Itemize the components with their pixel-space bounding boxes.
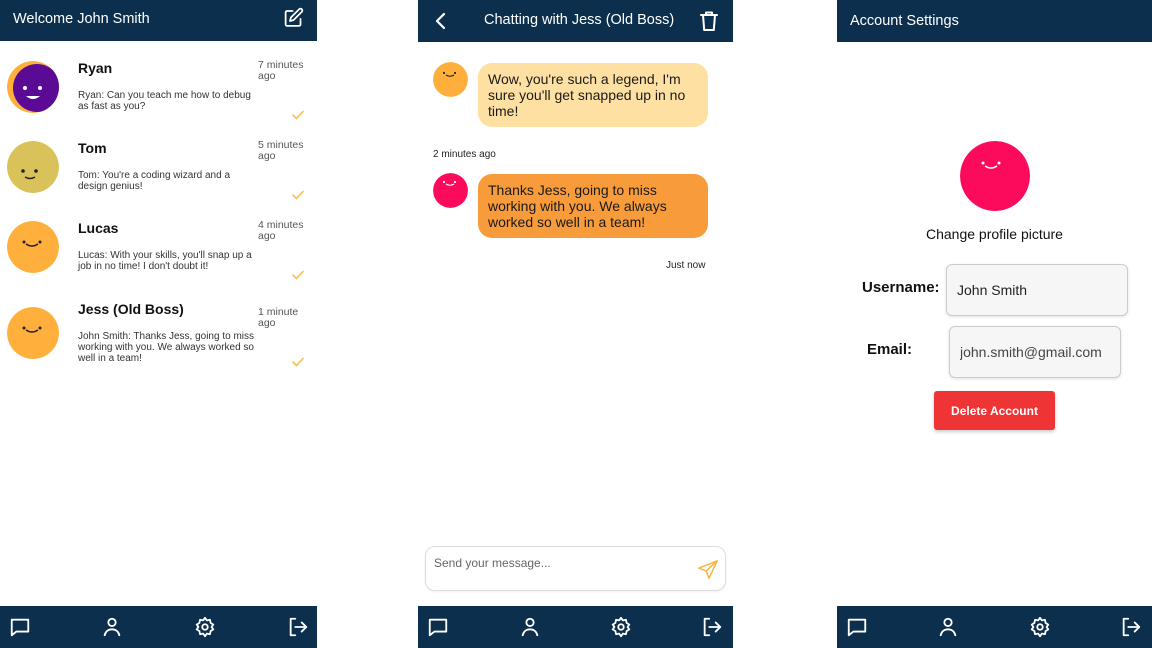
- conversation-item-jess[interactable]: Jess (Old Boss) 1 minute ago John Smith:…: [0, 301, 317, 381]
- bottom-nav: [418, 606, 733, 648]
- avatar: [7, 307, 59, 359]
- avatar: [7, 221, 59, 273]
- bottom-nav: [0, 606, 317, 648]
- page-title: Welcome John Smith: [13, 11, 150, 27]
- message-preview: Ryan: Can you teach me how to debug as f…: [78, 90, 251, 112]
- page-title: Chatting with Jess (Old Boss): [484, 12, 675, 28]
- chat-header: Chatting with Jess (Old Boss): [418, 0, 733, 42]
- user-icon[interactable]: [519, 616, 541, 638]
- email-field[interactable]: [950, 327, 1120, 377]
- contact-name: Jess (Old Boss): [78, 301, 184, 317]
- message-time: 4 minutes ago: [258, 219, 304, 242]
- user-icon[interactable]: [101, 616, 123, 638]
- message-time: 1 minute ago: [258, 306, 299, 329]
- avatar: [433, 62, 468, 97]
- message-preview: Tom: You're a coding wizard and a design…: [78, 170, 231, 192]
- conversations-header: Welcome John Smith: [0, 0, 317, 41]
- check-icon: [292, 354, 304, 367]
- conversation-item-lucas[interactable]: Lucas 4 minutes ago Lucas: With your ski…: [0, 220, 317, 300]
- message-bubble: Thanks Jess, going to miss working with …: [478, 174, 708, 238]
- settings-screen: Account Settings Change profile picture …: [837, 0, 1152, 648]
- logout-icon[interactable]: [287, 616, 309, 638]
- avatar: [7, 61, 59, 113]
- gear-icon[interactable]: [1029, 616, 1051, 638]
- delete-account-button[interactable]: Delete Account: [934, 391, 1055, 430]
- message-timestamp: 2 minutes ago: [433, 149, 496, 160]
- avatar: [433, 173, 468, 208]
- logout-icon[interactable]: [701, 616, 723, 638]
- message-input[interactable]: [434, 553, 694, 573]
- gear-icon[interactable]: [194, 616, 216, 638]
- check-icon: [292, 267, 304, 280]
- conversation-item-tom[interactable]: Tom 5 minutes ago Tom: You're a coding w…: [0, 140, 317, 220]
- page-title: Account Settings: [850, 13, 959, 29]
- profile-picture[interactable]: [960, 141, 1030, 211]
- chat-bubble-icon[interactable]: [846, 616, 868, 638]
- message-time: 5 minutes ago: [258, 139, 304, 162]
- check-icon: [292, 187, 304, 200]
- edit-icon[interactable]: [283, 7, 304, 28]
- check-icon: [292, 107, 304, 120]
- bottom-nav: [837, 606, 1152, 648]
- chat-bubble-icon[interactable]: [9, 616, 31, 638]
- email-label: Email:: [867, 341, 913, 358]
- message-time: 7 minutes ago: [258, 59, 304, 82]
- chevron-left-icon[interactable]: [433, 12, 449, 30]
- message-preview: Lucas: With your skills, you'll snap up …: [78, 250, 252, 272]
- gear-icon[interactable]: [610, 616, 632, 638]
- contact-name: Tom: [78, 140, 107, 156]
- contact-name: Lucas: [78, 220, 119, 236]
- username-field-box: [946, 264, 1128, 316]
- message-preview: John Smith: Thanks Jess, going to miss w…: [78, 331, 255, 364]
- username-field[interactable]: [947, 265, 1127, 315]
- logout-icon[interactable]: [1120, 616, 1142, 638]
- contact-name: Ryan: [78, 60, 113, 76]
- change-picture-link[interactable]: Change profile picture: [837, 226, 1152, 242]
- avatar: [7, 141, 59, 193]
- chat-screen: Chatting with Jess (Old Boss) Wow, you'r…: [418, 0, 733, 648]
- message-bubble: Wow, you're such a legend, I'm sure you'…: [478, 63, 708, 127]
- settings-header: Account Settings: [837, 0, 1152, 42]
- email-field-box: [949, 326, 1121, 378]
- trash-icon[interactable]: [699, 10, 719, 32]
- conversations-screen: Welcome John Smith Ryan 7 minutes ago Ry…: [0, 0, 317, 648]
- message-timestamp: Just now: [666, 260, 706, 271]
- username-label: Username:: [862, 279, 940, 296]
- message-composer: [425, 546, 726, 591]
- send-icon[interactable]: [697, 559, 719, 581]
- chat-bubble-icon[interactable]: [427, 616, 449, 638]
- conversation-item-ryan[interactable]: Ryan 7 minutes ago Ryan: Can you teach m…: [0, 60, 317, 140]
- user-icon[interactable]: [937, 616, 959, 638]
